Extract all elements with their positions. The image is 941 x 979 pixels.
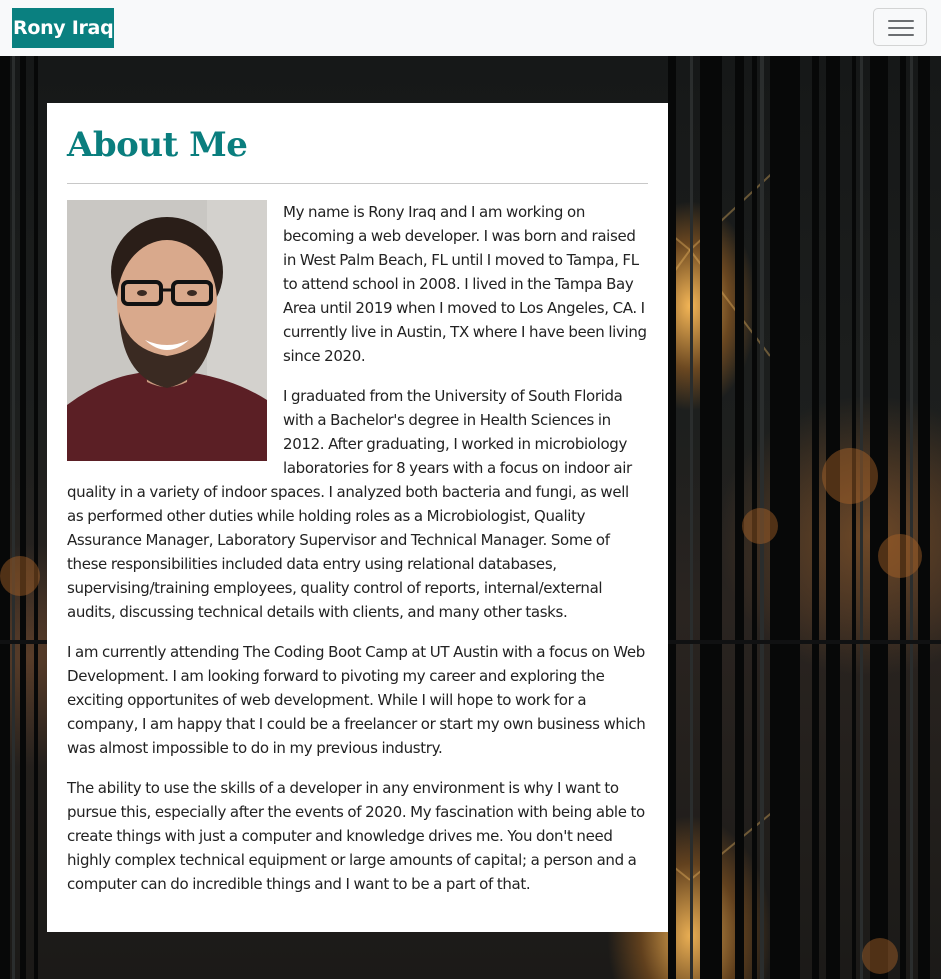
profile-photo [67, 200, 267, 461]
about-paragraph-4: The ability to use the skills of a devel… [67, 779, 645, 893]
about-me-card: About Me My name is Rony Iraq and I am w… [47, 103, 668, 932]
heading-divider [67, 183, 648, 184]
brand-link[interactable]: Rony Iraq [12, 8, 115, 48]
navbar-toggler-button[interactable] [873, 8, 927, 46]
about-paragraph-3: I am currently attending The Coding Boot… [67, 643, 646, 757]
page-title: About Me [67, 125, 248, 165]
top-navbar: Rony Iraq [0, 0, 941, 56]
